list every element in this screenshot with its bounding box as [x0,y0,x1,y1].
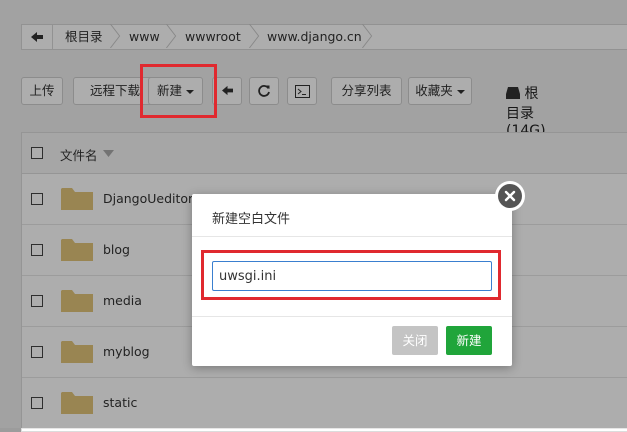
create-button[interactable]: 新建 [446,326,492,355]
close-button[interactable]: 关闭 [392,326,438,355]
highlight-filename-input [201,250,501,300]
dialog-title: 新建空白文件 [212,212,291,227]
divider [192,316,512,317]
highlight-new-button [140,64,217,118]
dialog-close-icon-button[interactable] [495,181,525,211]
divider [192,236,512,237]
close-icon [498,184,522,208]
